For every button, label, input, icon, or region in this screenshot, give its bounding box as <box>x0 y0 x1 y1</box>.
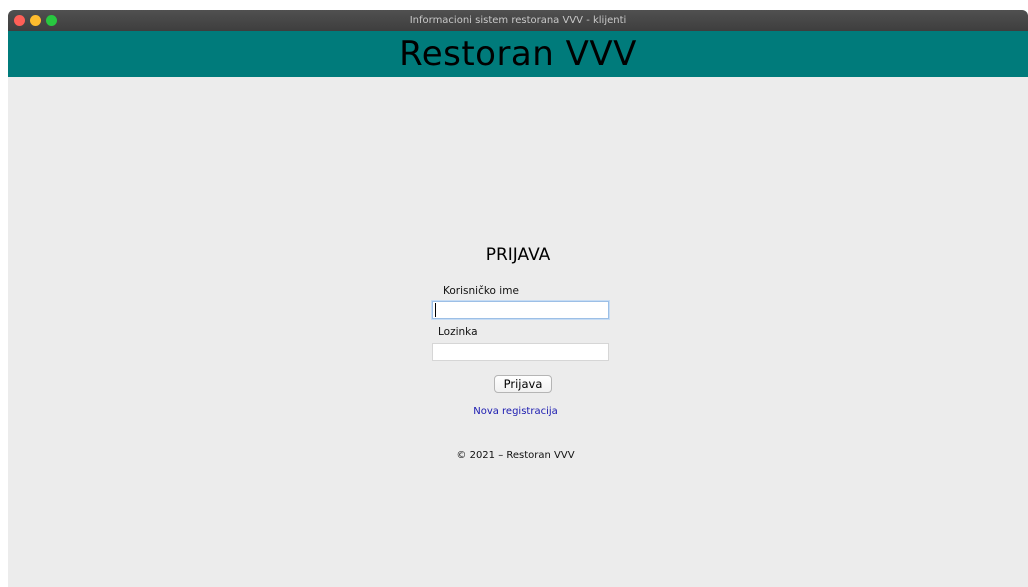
window-title: Informacioni sistem restorana VVV - klij… <box>409 15 627 26</box>
password-input[interactable] <box>432 343 609 361</box>
username-label: Korisničko ime <box>443 285 519 297</box>
text-caret <box>435 303 436 317</box>
copyright-text: © 2021 – Restoran VVV <box>456 450 575 461</box>
login-panel: PRIJAVA Korisničko ime Lozinka Prijava N… <box>8 77 1028 587</box>
header-banner: Restoran VVV <box>8 31 1028 77</box>
login-heading: PRIJAVA <box>485 245 551 265</box>
password-label: Lozinka <box>438 326 478 338</box>
login-button[interactable]: Prijava <box>494 375 552 393</box>
register-link[interactable]: Nova registracija <box>8 406 1023 417</box>
username-input[interactable] <box>432 301 609 319</box>
app-title: Restoran VVV <box>399 34 637 74</box>
title-bar[interactable]: Informacioni sistem restorana VVV - klij… <box>8 10 1028 32</box>
app-window: Informacioni sistem restorana VVV - klij… <box>8 10 1028 587</box>
